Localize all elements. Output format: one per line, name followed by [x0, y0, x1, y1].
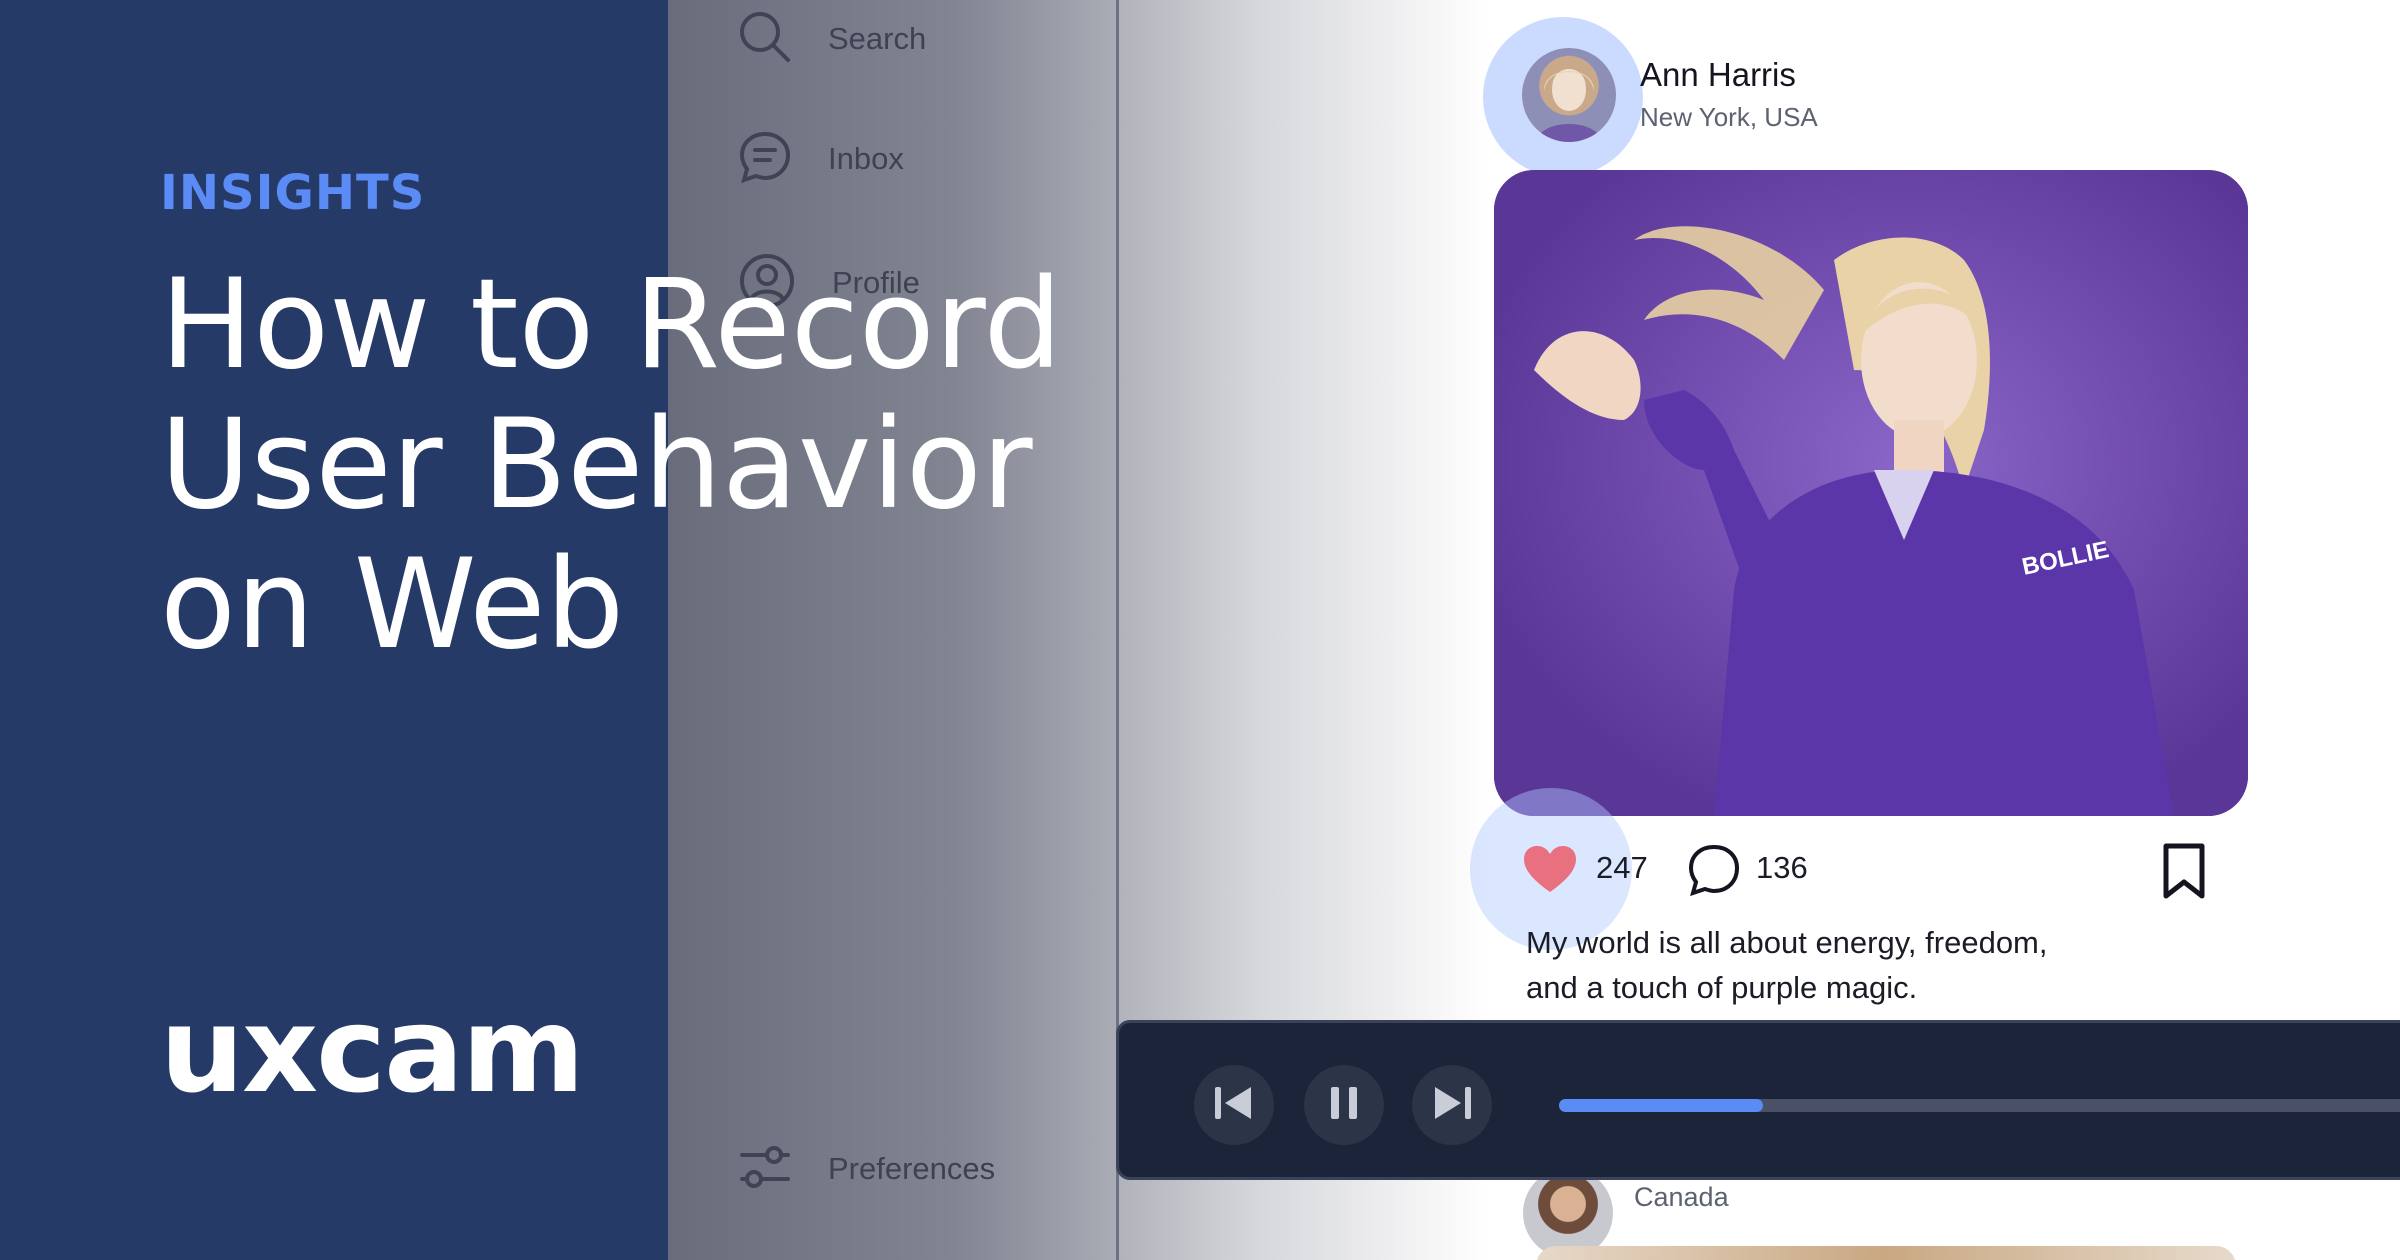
headline-line: How to Record [160, 253, 1063, 397]
skip-forward-icon [1431, 1085, 1473, 1125]
pause-button[interactable] [1304, 1065, 1384, 1145]
search-icon [738, 10, 792, 68]
headline-line: User Behavior [160, 393, 1033, 537]
next-post-avatar[interactable] [1523, 1168, 1613, 1258]
sidebar-item-label: Inbox [828, 141, 904, 176]
next-post-photo[interactable] [1536, 1246, 2236, 1260]
headline-line: on Web [160, 533, 625, 677]
sliders-icon [738, 1140, 792, 1198]
progress-track[interactable] [1559, 1099, 2400, 1112]
replay-player-bar [1116, 1020, 2400, 1180]
caption-line: My world is all about energy, freedom, [1526, 925, 2048, 960]
comments-count: 136 [1756, 850, 1808, 885]
likes-count: 247 [1596, 850, 1648, 885]
skip-back-icon [1213, 1085, 1255, 1125]
author-name[interactable]: Ann Harris [1640, 56, 1796, 94]
uxcam-logo: uxcam [160, 1005, 585, 1115]
next-post-location: Canada [1634, 1182, 1729, 1212]
author-avatar[interactable] [1522, 48, 1616, 142]
caption-line: and a touch of purple magic. [1526, 970, 1918, 1005]
bookmark-icon[interactable] [2162, 842, 2206, 904]
banner-canvas: Ann Harris New York, USA BOLLIE 247 136 … [0, 0, 2400, 1260]
sidebar-item-label: Preferences [828, 1151, 996, 1186]
comment-icon[interactable] [1688, 844, 1740, 900]
author-location: New York, USA [1640, 102, 1818, 132]
sidebar-item-preferences[interactable]: Preferences [738, 1140, 995, 1198]
post-caption: My world is all about energy, freedom, a… [1526, 920, 2166, 1010]
post-photo[interactable]: BOLLIE [1494, 170, 2248, 816]
sidebar-item-label: Search [828, 21, 927, 56]
heart-icon[interactable] [1524, 846, 1576, 898]
skip-forward-button[interactable] [1412, 1065, 1492, 1145]
headline: How to Record User Behavior on Web [160, 255, 1160, 675]
category-label: INSIGHTS [160, 165, 426, 221]
sidebar-item-search[interactable]: Search [738, 10, 926, 68]
skip-back-button[interactable] [1194, 1065, 1274, 1145]
sidebar-item-inbox[interactable]: Inbox [738, 130, 904, 188]
pause-icon [1327, 1085, 1361, 1125]
progress-fill [1559, 1099, 1764, 1112]
chat-bubble-icon [738, 130, 792, 188]
logo-wordmark: uxcam [160, 1005, 583, 1115]
